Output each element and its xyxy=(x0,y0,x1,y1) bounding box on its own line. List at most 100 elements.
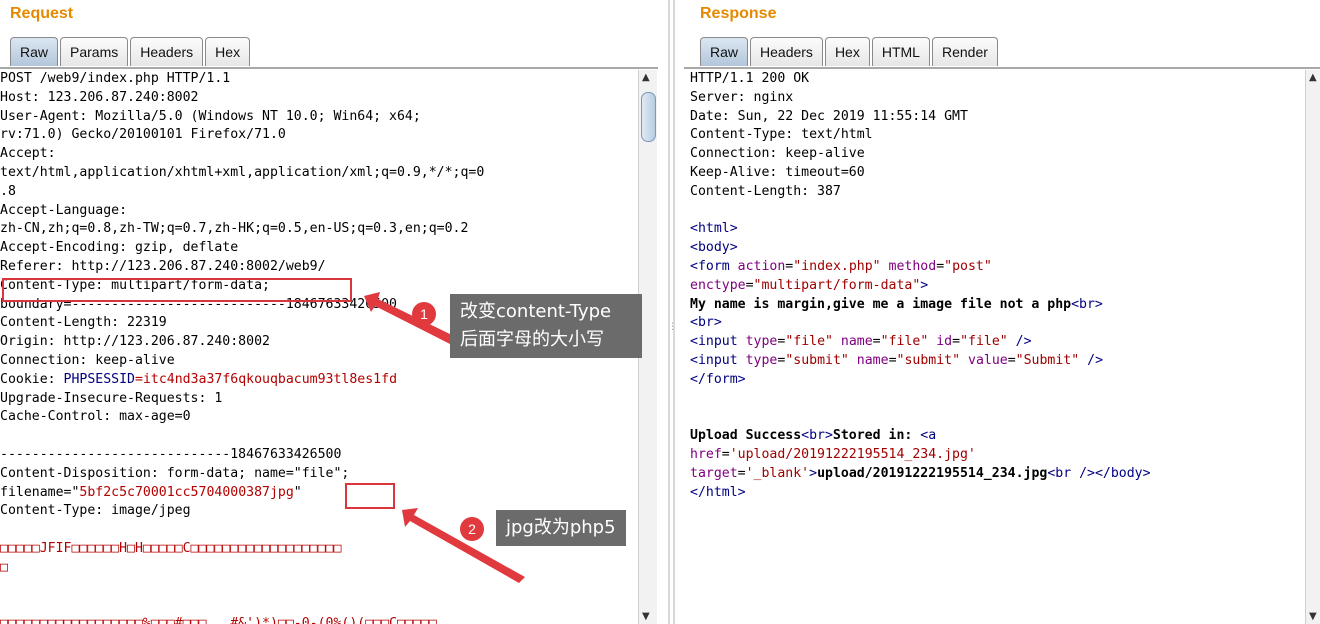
request-line xyxy=(0,596,636,615)
input-file-line: <input type="file" name="file" id="file"… xyxy=(690,334,1032,350)
callout-1-line-1: 改变content-Type xyxy=(460,301,612,322)
form-tag: <form xyxy=(690,258,730,274)
content-type-highlight xyxy=(2,278,352,302)
tag-close: /> xyxy=(1079,352,1104,368)
filename-ext: jpg xyxy=(269,484,294,500)
link-text: upload/20191222195514_234.jpg xyxy=(817,465,1048,481)
scroll-thumb[interactable] xyxy=(641,92,656,142)
response-editor[interactable]: HTTP/1.1 200 OK Server: nginx Date: Sun,… xyxy=(690,70,1302,624)
response-line: Content-Type: text/html xyxy=(690,127,873,143)
br-tag: <br> xyxy=(1071,296,1103,312)
request-line: POST /web9/index.php HTTP/1.1 xyxy=(0,71,231,86)
response-line: Date: Sun, 22 Dec 2019 11:55:14 GMT xyxy=(690,108,968,124)
response-line: Content-Length: 387 xyxy=(690,183,841,199)
tab-headers[interactable]: Headers xyxy=(130,37,204,66)
upload-text: Upload Success xyxy=(690,428,802,444)
attr-name: name xyxy=(840,334,873,350)
filename-end: " xyxy=(293,484,302,500)
attr-name: type xyxy=(745,334,778,350)
attr-value: "multipart/form-data" xyxy=(753,277,921,293)
attr-value: "post" xyxy=(944,258,992,274)
form-close-line: </form> xyxy=(690,371,746,387)
br-tag: <br> xyxy=(801,428,833,444)
tab-hex[interactable]: Hex xyxy=(824,37,870,66)
filename-value: 5bf2c5c70001cc5704000387 xyxy=(79,484,270,500)
br-tag: <br /> xyxy=(1047,465,1095,481)
splitter-line xyxy=(673,0,675,624)
attr-name: href xyxy=(690,446,722,462)
annotation-callout-1: 改变content-Type 后面字母的大小写 xyxy=(450,294,642,358)
request-line: Accept-Language: xyxy=(0,202,128,218)
input-submit-line: <input type="submit" name="submit" value… xyxy=(690,352,1104,368)
attr-name: method xyxy=(888,258,937,274)
tab-underline xyxy=(684,67,1320,69)
tag-close: > xyxy=(809,465,818,481)
response-line: Keep-Alive: timeout=60 xyxy=(690,164,865,180)
splitter-handle-icon[interactable]: ⋮ xyxy=(668,322,677,338)
scroll-up-arrow-icon[interactable]: ▲ xyxy=(642,72,650,83)
tab-render[interactable]: Render xyxy=(931,37,998,66)
request-line: rv:71.0) Gecko/20100101 Firefox/71.0 xyxy=(0,127,286,143)
message-line: My name is margin,give me a image file n… xyxy=(690,296,1302,315)
attr-value: "index.php" xyxy=(793,258,881,274)
cookie-name: PHPSESSID xyxy=(63,371,135,387)
scroll-up-arrow-icon[interactable]: ▲ xyxy=(1309,72,1317,83)
request-line: Cache-Control: max-age=0 xyxy=(0,409,191,425)
request-line: User-Agent: Mozilla/5.0 (Windows NT 10.0… xyxy=(0,108,421,124)
tab-headers[interactable]: Headers xyxy=(750,37,823,66)
request-line: zh-CN,zh;q=0.8,zh-TW;q=0.7,zh-HK;q=0.5,e… xyxy=(0,221,469,237)
attr-value: "file" xyxy=(880,334,929,350)
tab-hex[interactable]: Hex xyxy=(205,37,251,66)
cookie-label: Cookie: xyxy=(0,371,64,387)
request-line: Referer: http://123.206.87.240:8002/web9… xyxy=(0,258,326,274)
request-tabs: Raw Params Headers Hex xyxy=(10,37,252,67)
response-scrollbar[interactable]: ▲ ▼ xyxy=(1305,70,1320,624)
attr-value: '_blank' xyxy=(745,465,810,481)
a-tag: <a xyxy=(920,428,937,444)
attr-value: "file" xyxy=(960,334,1008,350)
form-line-2: enctype="multipart/form-data"> xyxy=(690,277,929,293)
href-line: href='upload/20191222195514_234.jpg' xyxy=(690,446,976,462)
tag-close: > xyxy=(920,277,929,293)
response-line: Server: nginx xyxy=(690,89,794,105)
scroll-down-arrow-icon[interactable]: ▼ xyxy=(642,611,650,622)
binary-line: □□□□□□□□□□□□□□□□□□%□□□#□□□ , #&')*)□□-0-… xyxy=(0,616,437,624)
attr-value: "file" xyxy=(785,334,833,350)
request-line: Content-Disposition: form-data; name="fi… xyxy=(0,465,350,481)
request-title: Request xyxy=(10,5,74,22)
upload-line: Upload Success<br>Stored in: <a xyxy=(690,427,1302,446)
attr-name: name xyxy=(856,352,889,368)
input-tag: <input xyxy=(690,352,738,368)
splitter-line xyxy=(668,0,670,624)
tab-params[interactable]: Params xyxy=(60,37,129,66)
input-tag: <input xyxy=(690,334,738,350)
cookie-line: Cookie: PHPSESSID=itc4nd3a37f6qkouqbacum… xyxy=(0,371,636,390)
response-line: HTTP/1.1 200 OK xyxy=(690,71,810,86)
tab-html[interactable]: HTML xyxy=(871,37,930,66)
attr-name: enctype xyxy=(690,277,746,293)
binary-line: □ xyxy=(0,559,8,575)
request-line: Upgrade-Insecure-Requests: 1 xyxy=(0,390,223,406)
attr-value: "Submit" xyxy=(1015,352,1080,368)
response-title: Response xyxy=(700,5,777,22)
tab-raw[interactable]: Raw xyxy=(10,37,59,66)
splitter[interactable] xyxy=(658,0,684,624)
annotation-callout-2: jpg改为php5 xyxy=(496,510,626,546)
tab-raw[interactable]: Raw xyxy=(700,37,749,66)
response-tabs: Raw Headers Hex HTML Render xyxy=(700,37,1000,67)
message-text: My name is margin,give me a image file n… xyxy=(690,296,1072,312)
form-line: <form action="index.php" method="post" xyxy=(690,258,992,274)
attr-name: type xyxy=(745,352,778,368)
html-close-line: </html> xyxy=(690,484,746,500)
jpg-highlight xyxy=(345,483,395,509)
target-line: target='_blank'>upload/20191222195514_23… xyxy=(690,465,1151,481)
attr-name: value xyxy=(968,352,1008,368)
attr-value: "submit" xyxy=(785,352,849,368)
scroll-down-arrow-icon[interactable]: ▼ xyxy=(1309,611,1317,622)
attr-name: target xyxy=(690,465,738,481)
br-line: <br> xyxy=(690,315,722,331)
body-open-line: <body> xyxy=(690,240,738,256)
